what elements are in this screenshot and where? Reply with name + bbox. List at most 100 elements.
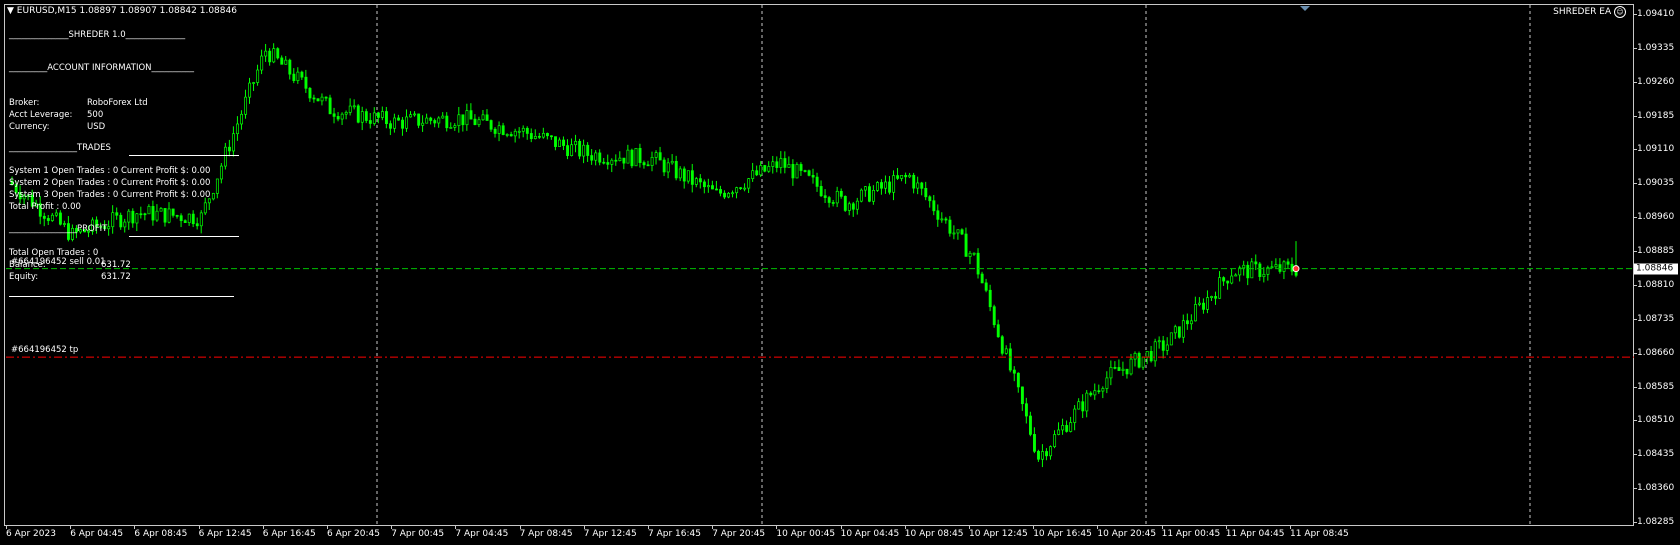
candle-body (775, 161, 779, 168)
candle-body (1113, 367, 1117, 369)
currency-value: USD (87, 122, 106, 132)
candle-body (312, 97, 316, 100)
candle-body (916, 182, 920, 189)
candle-body (948, 219, 952, 234)
candle-body (550, 135, 553, 138)
candle-body (397, 117, 400, 121)
candle-body (554, 136, 557, 147)
candle-body (1282, 261, 1286, 272)
candle-body (670, 160, 674, 164)
candle-body (272, 48, 276, 63)
chart-menu-triangle-icon[interactable]: ▼ (7, 6, 14, 16)
price-label: 1.08810 (1637, 279, 1675, 290)
candle-body (936, 210, 940, 220)
candle-body (537, 136, 541, 138)
time-label: 7 Apr 00:45 (391, 529, 445, 539)
candle-body (859, 189, 863, 202)
candle-body (509, 134, 513, 137)
candle-body (252, 82, 256, 84)
candle-body (1016, 372, 1020, 388)
candle-body (1004, 348, 1008, 354)
candle-body (1202, 302, 1205, 310)
candle-body (1246, 264, 1250, 279)
candle-body (409, 114, 413, 118)
candle-body (666, 162, 670, 173)
candle-body (1173, 326, 1177, 334)
candle-body (920, 182, 924, 189)
candle-body (682, 168, 686, 182)
candle-body (244, 96, 248, 115)
expert-advisor-badge[interactable]: SHREDER EA ☺ (1553, 6, 1626, 18)
candle-body (1149, 351, 1153, 362)
candle-body (324, 96, 328, 99)
broker-label: Broker: (9, 98, 40, 108)
candle-body (1185, 320, 1189, 325)
candle-body (968, 252, 972, 257)
candle-body (1218, 277, 1222, 299)
candle-body (1230, 275, 1234, 284)
candle-body (755, 170, 759, 176)
price-label: 1.08510 (1637, 415, 1675, 426)
candle-body (912, 174, 916, 189)
candle-body (42, 215, 46, 219)
candle-body (256, 69, 260, 83)
candle-body (1028, 415, 1032, 435)
candle-body (107, 226, 111, 230)
candle-body (839, 190, 843, 197)
candle-body (441, 115, 445, 119)
candle-body (304, 76, 308, 89)
take-profit-label[interactable]: #664196452 tp (11, 345, 78, 355)
candle-body (429, 117, 433, 121)
system-1-row: System 1 Open Trades : 0 Current Profit … (9, 166, 211, 176)
time-label: 11 Apr 00:45 (1161, 529, 1221, 539)
candle-body (940, 218, 944, 221)
candle-body (872, 190, 875, 202)
candle-body (1161, 340, 1165, 351)
candle-body (1214, 296, 1218, 299)
sell-order-label[interactable]: #664196452 sell 0.01 (11, 257, 106, 267)
candle-body (417, 113, 421, 126)
price-label: 1.09410 (1637, 9, 1675, 19)
candle-body (1093, 390, 1097, 396)
candle-body (892, 175, 896, 193)
candle-body (1141, 356, 1145, 368)
candle-body (1077, 401, 1081, 410)
candle-body (598, 152, 602, 163)
candle-body (1165, 344, 1169, 351)
candle-body (143, 213, 147, 216)
candle-body (719, 189, 722, 194)
candle-body (135, 213, 139, 224)
candle-body (1226, 280, 1230, 284)
candle-body (582, 144, 586, 157)
candle-body (1061, 425, 1065, 431)
trades-rule (129, 155, 239, 156)
candle-body (1274, 264, 1278, 268)
candle-body (900, 174, 904, 179)
candle-body (658, 152, 662, 161)
candle-body (1242, 264, 1246, 269)
candle-body (211, 193, 215, 200)
candle-body (646, 164, 650, 167)
profit-rule (129, 236, 239, 237)
candle-body (702, 181, 706, 188)
candle-body (131, 210, 135, 224)
candle-body (1250, 261, 1254, 279)
candle-body (964, 233, 968, 257)
candle-body (763, 165, 767, 172)
chart-canvas[interactable] (0, 0, 1680, 545)
candle-body (867, 186, 871, 202)
candle-body (715, 188, 718, 191)
candle-body (1049, 446, 1053, 457)
candle-body (1053, 434, 1057, 448)
smiley-icon[interactable]: ☺ (1614, 6, 1626, 18)
candle-body (988, 289, 992, 308)
candle-body (590, 155, 594, 161)
time-axis[interactable]: 6 Apr 2023 6 Apr 04:45 6 Apr 08:45 6 Apr 12… (4, 526, 1634, 545)
candle-body (819, 186, 823, 197)
candle-body (674, 160, 678, 179)
candle-body (602, 161, 606, 164)
trades-header: ________________TRADES (9, 143, 111, 153)
candle-body (340, 113, 344, 120)
candle-body (1020, 386, 1024, 405)
candle-body (284, 59, 288, 65)
